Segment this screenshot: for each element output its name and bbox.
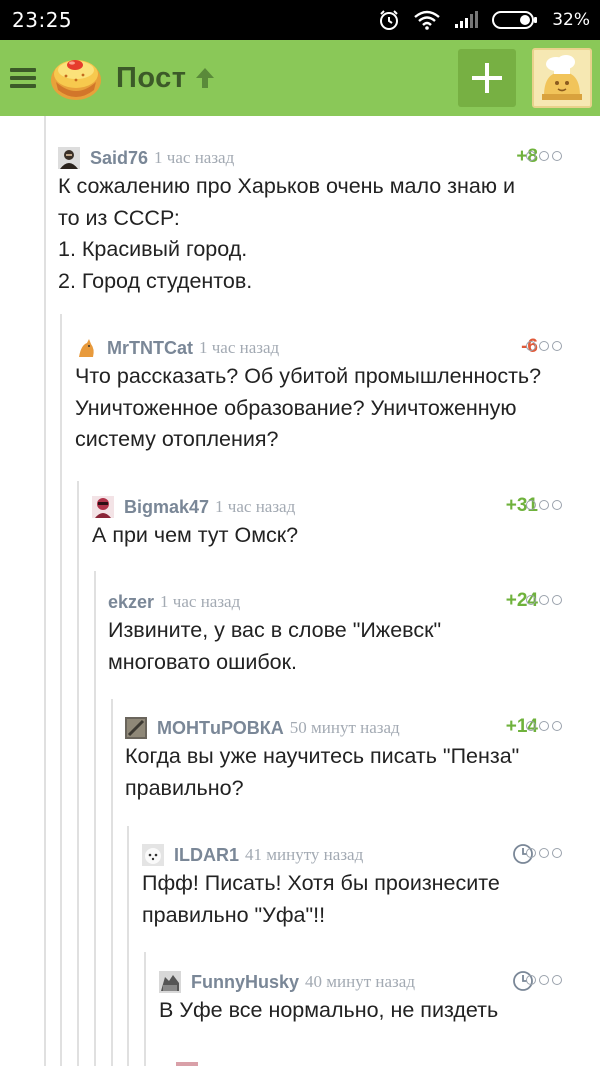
comment-text: Пфф! Писать! Хотя бы произнесите правиль… [142, 868, 600, 931]
avatar[interactable] [159, 971, 181, 993]
comment-time: 1 час назад [154, 148, 235, 167]
user-avatar[interactable] [532, 48, 592, 108]
battery-percent: 32% [552, 10, 590, 30]
alarm-icon [380, 10, 399, 30]
comment-line: А при чем тут Омск? [92, 523, 299, 547]
comment-text: К сожалению про Харьков очень мало знаю … [58, 171, 600, 297]
comment-text: А при чем тут Омск? [92, 520, 600, 552]
more-icon[interactable] [526, 721, 562, 731]
next-comment-avatar [176, 1062, 198, 1066]
avatar[interactable] [58, 147, 80, 169]
comment: Bigmak47 1 час назад +31 А при чем тут О… [92, 494, 600, 552]
comment-author[interactable]: Said76 [90, 148, 148, 169]
comment-header: ekzer 1 час назад +24 [108, 589, 600, 615]
more-icon[interactable] [526, 975, 562, 985]
nesting-line [94, 571, 96, 1066]
comment-line: К сожалению про Харьков очень мало знаю … [58, 174, 515, 198]
comment-line: то из СССР: [58, 205, 180, 230]
comment-line: правильно "Уфа"!! [142, 902, 326, 927]
comment-text: Когда вы уже научитесь писать "Пенза" пр… [125, 741, 600, 804]
comment-author[interactable]: ekzer [108, 592, 154, 613]
comment: FunnyHusky 40 минут назад В Уфе все норм… [159, 969, 600, 1027]
comment-author[interactable]: Bigmak47 [124, 497, 209, 518]
comment-line: Уничтоженное образование? Уничтоженную [75, 395, 517, 420]
comment-author[interactable]: МОНТuРОВКА [157, 718, 284, 739]
comment: MrTNTCat 1 час назад -6 Что рассказать? … [75, 335, 600, 456]
comment-line: систему отопления? [75, 427, 279, 451]
comment-thread: Said76 1 час назад +8 К сожалению про Ха… [0, 116, 600, 1066]
comment-line: Когда вы уже научитесь писать "Пенза" [125, 744, 520, 768]
comment-line: Пфф! Писать! Хотя бы произнесите [142, 871, 500, 895]
comment-header: MrTNTCat 1 час назад -6 [75, 335, 600, 361]
avatar[interactable] [125, 717, 147, 739]
comment-time: 41 минуту назад [245, 845, 364, 864]
logo-icon[interactable] [48, 50, 104, 106]
comment: ILDAR1 41 минуту назад Пфф! Писать! Хотя… [142, 842, 600, 931]
comment-text: Извините, у вас в слове "Ижевск" многова… [108, 615, 600, 678]
menu-icon[interactable] [10, 68, 36, 88]
nesting-line [77, 481, 79, 1066]
comment-author[interactable]: ILDAR1 [174, 845, 239, 866]
more-icon[interactable] [526, 341, 562, 351]
comment-header: МОНТuРОВКА 50 минут назад +14 [125, 715, 600, 741]
signal-icon [455, 11, 479, 28]
comment-line: правильно? [125, 775, 244, 800]
avatar[interactable] [142, 844, 164, 866]
comment-time: 1 час назад [215, 497, 296, 516]
avatar[interactable] [75, 337, 97, 359]
comment: Said76 1 час назад +8 К сожалению про Ха… [58, 145, 600, 297]
comment-header: FunnyHusky 40 минут назад [159, 969, 600, 995]
comment-line: Что рассказать? Об убитой промышленность… [75, 364, 542, 388]
more-icon[interactable] [526, 848, 562, 858]
status-icons: 32% [378, 9, 590, 31]
app-bar: Пост [0, 40, 600, 116]
comment-header: Bigmak47 1 час назад +31 [92, 494, 600, 520]
comment: ekzer 1 час назад +24 Извините, у вас в … [108, 589, 600, 678]
comment-author[interactable]: MrTNTCat [107, 338, 193, 359]
nesting-line [111, 699, 113, 1066]
comment-line: многовато ошибок. [108, 649, 298, 674]
comment-header: Said76 1 час назад +8 [58, 145, 600, 171]
comment-line: В Уфе все нормально, не пиздеть [159, 998, 499, 1022]
comment-author[interactable]: FunnyHusky [191, 972, 299, 993]
comment-line: 1. Красивый город. [58, 237, 248, 261]
status-time: 23:25 [12, 8, 73, 32]
comment-time: 1 час назад [199, 338, 280, 357]
more-icon[interactable] [526, 595, 562, 605]
add-post-button[interactable] [458, 49, 516, 107]
comment-line: Извините, у вас в слове "Ижевск" [108, 618, 442, 642]
comment-text: Что рассказать? Об убитой промышленность… [75, 361, 600, 456]
nesting-line [44, 116, 46, 1066]
battery-icon [492, 11, 538, 29]
page-title: Пост [116, 61, 187, 94]
status-bar: 23:25 32% [0, 0, 600, 40]
up-arrow-icon[interactable] [195, 67, 215, 89]
add-icon [472, 63, 502, 93]
nesting-line [60, 314, 62, 1066]
comment-time: 50 минут назад [289, 718, 400, 737]
wifi-icon [414, 10, 440, 30]
comment-line: 2. Город студентов. [58, 268, 253, 293]
nesting-line [144, 952, 146, 1066]
comment-text: В Уфе все нормально, не пиздеть [159, 995, 600, 1027]
nesting-line [127, 826, 129, 1066]
comment-time: 40 минут назад [305, 972, 415, 991]
comment: МОНТuРОВКА 50 минут назад +14 Когда вы у… [125, 715, 600, 804]
comment-time: 1 час назад [160, 592, 241, 611]
avatar[interactable] [92, 496, 114, 518]
more-icon[interactable] [526, 500, 562, 510]
more-icon[interactable] [526, 151, 562, 161]
comment-header: ILDAR1 41 минуту назад [142, 842, 600, 868]
